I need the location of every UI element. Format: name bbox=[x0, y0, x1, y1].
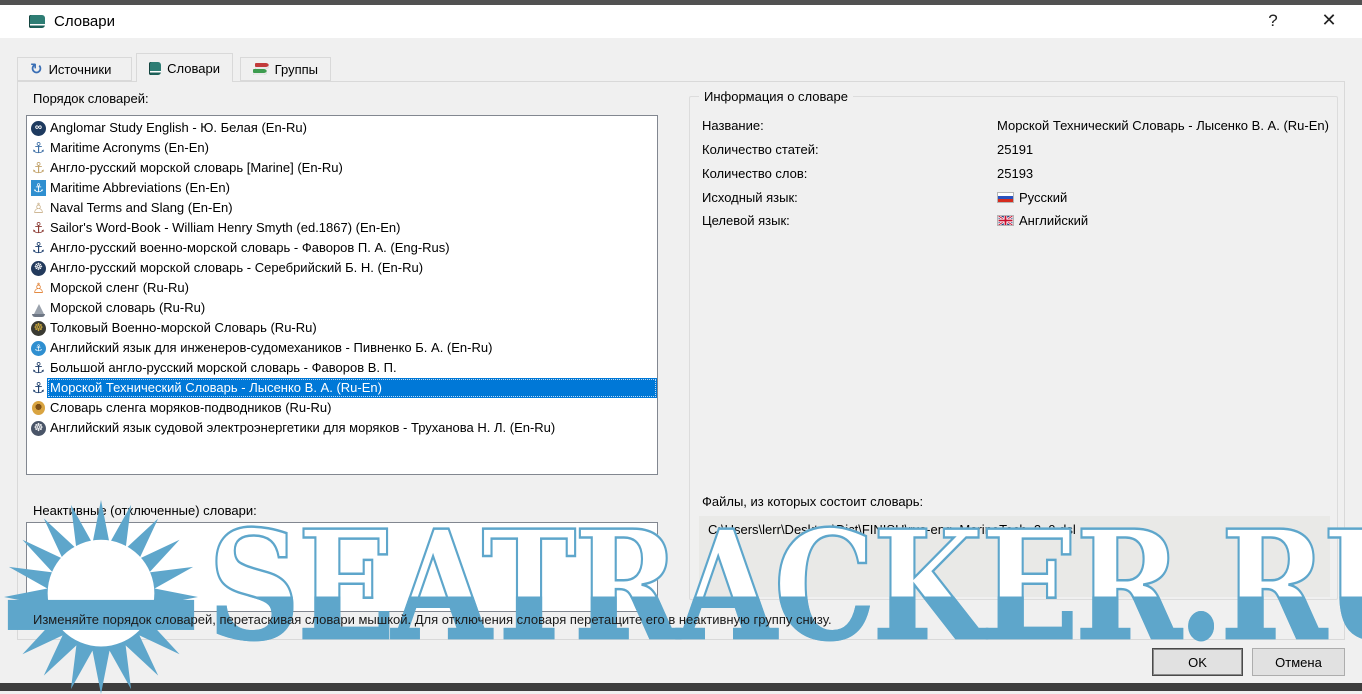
groupbox-title: Информация о словаре bbox=[699, 89, 853, 104]
cancel-button[interactable]: Отмена bbox=[1252, 648, 1345, 676]
dictionary-title: Толковый Военно-морской Словарь (Ru-Ru) bbox=[47, 318, 657, 338]
source-language-label: Исходный язык: bbox=[702, 190, 997, 205]
tab-label: Группы bbox=[275, 62, 318, 77]
dictionary-title: Англо-русский морской словарь - Серебрий… bbox=[47, 258, 657, 278]
dictionary-list-item[interactable]: ⚓Maritime Acronyms (En-En) bbox=[27, 138, 657, 158]
articles-value: 25191 bbox=[997, 142, 1033, 157]
dictionary-title: Англо-русский военно-морской словарь - Ф… bbox=[47, 238, 657, 258]
ship-wheel-gold-icon: ☸ bbox=[31, 321, 46, 336]
anchor-blue-icon: ⚓ bbox=[30, 139, 47, 157]
dictionary-list-item[interactable]: Словарь сленга моряков-подводников (Ru-R… bbox=[27, 398, 657, 418]
window-title: Словари bbox=[54, 13, 115, 30]
dictionaries-dialog: { "window": { "title": "Словари", "help"… bbox=[0, 0, 1362, 691]
anchor-tan-icon: ⚓ bbox=[30, 159, 47, 177]
chain-link-icon: ∞ bbox=[31, 121, 46, 136]
dictionary-list-item[interactable]: ⚓Англо-русский морской словарь [Marine] … bbox=[27, 158, 657, 178]
ship-wheel-slate-icon: ☸ bbox=[31, 421, 46, 436]
dictionary-title: Sailor's Word-Book - William Henry Smyth… bbox=[47, 218, 657, 238]
dictionary-list-item[interactable]: ☸Англо-русский морской словарь - Серебри… bbox=[27, 258, 657, 278]
hint-status-text: Изменяйте порядок словарей, перетаскивая… bbox=[33, 612, 832, 627]
rope-emblem-icon: ☸ bbox=[31, 261, 46, 276]
dictionary-title: Морской сленг (Ru-Ru) bbox=[47, 278, 657, 298]
info-row-target-language: Целевой язык: Английский bbox=[702, 213, 1322, 228]
sailor-figure-icon: ♙ bbox=[30, 199, 47, 217]
info-row-words: Количество слов: 25193 bbox=[702, 166, 1322, 181]
titlebar: Словари bbox=[0, 5, 1362, 38]
dictionary-info-groupbox: Информация о словаре Название: Морской Т… bbox=[689, 96, 1338, 600]
tab-label: Словари bbox=[167, 61, 220, 76]
dictionary-list-item[interactable]: ⚓Англо-русский военно-морской словарь - … bbox=[27, 238, 657, 258]
articles-label: Количество статей: bbox=[702, 142, 997, 157]
dictionary-list-item[interactable]: ⚓Maritime Abbreviations (En-En) bbox=[27, 178, 657, 198]
compass-lamp-icon bbox=[32, 401, 45, 415]
info-row-name: Название: Морской Технический Словарь - … bbox=[702, 118, 1322, 133]
app-book-icon bbox=[29, 15, 45, 28]
dictionary-list-item[interactable]: ♙Морской сленг (Ru-Ru) bbox=[27, 278, 657, 298]
anchor-red-icon: ⚓ bbox=[30, 219, 47, 237]
dictionary-list-item[interactable]: Морской словарь (Ru-Ru) bbox=[27, 298, 657, 318]
dictionary-list[interactable]: ∞Anglomar Study English - Ю. Белая (En-R… bbox=[26, 115, 658, 475]
help-button[interactable]: ? bbox=[1252, 5, 1294, 36]
source-language-value: Русский bbox=[1019, 190, 1067, 205]
dictionary-title: Словарь сленга моряков-подводников (Ru-R… bbox=[47, 398, 657, 418]
dictionary-title: Anglomar Study English - Ю. Белая (En-Ru… bbox=[47, 118, 657, 138]
anchor-navy-icon: ⚓ bbox=[30, 239, 47, 257]
round-emblem-blue-icon: ⚓ bbox=[31, 341, 46, 356]
dictionary-title: Английский язык судовой электроэнергетик… bbox=[47, 418, 657, 438]
refresh-icon: ↻ bbox=[30, 60, 43, 78]
dictionary-title: Англо-русский морской словарь [Marine] (… bbox=[47, 158, 657, 178]
dictionary-list-item[interactable]: ⚓Большой англо-русский морской словарь -… bbox=[27, 358, 657, 378]
words-label: Количество слов: bbox=[702, 166, 997, 181]
background-taskbar-edge bbox=[0, 683, 1362, 691]
dictionary-title: Английский язык для инженеров-судомехани… bbox=[47, 338, 657, 358]
dictionary-title: Naval Terms and Slang (En-En) bbox=[47, 198, 657, 218]
dictionary-list-item[interactable]: ⚓Английский язык для инженеров-судомехан… bbox=[27, 338, 657, 358]
ok-button[interactable]: OK bbox=[1152, 648, 1243, 676]
ship-icon bbox=[30, 299, 47, 317]
info-row-articles: Количество статей: 25191 bbox=[702, 142, 1322, 157]
dictionary-title: Maritime Abbreviations (En-En) bbox=[47, 178, 657, 198]
uk-flag-icon bbox=[997, 215, 1014, 226]
file-path: C:\Users\lerr\Desktop\Dict\FINISH\rus-en… bbox=[708, 522, 1076, 537]
dictionary-title: Морской Технический Словарь - Лысенко В.… bbox=[47, 378, 657, 398]
books-stack-icon bbox=[253, 62, 269, 76]
dictionary-list-item[interactable]: ∞Anglomar Study English - Ю. Белая (En-R… bbox=[27, 118, 657, 138]
target-language-label: Целевой язык: bbox=[702, 213, 997, 228]
anchor-hash-icon: ⚓ bbox=[30, 359, 47, 377]
inactive-dictionary-list[interactable] bbox=[26, 522, 658, 612]
dictionary-list-item[interactable]: ⚓Морской Технический Словарь - Лысенко В… bbox=[27, 378, 657, 398]
file-list[interactable]: C:\Users\lerr\Desktop\Dict\FINISH\rus-en… bbox=[699, 516, 1330, 597]
close-button[interactable]: ✕ bbox=[1308, 5, 1350, 36]
inactive-dictionaries-label: Неактивные (отключенные) словари: bbox=[33, 503, 257, 518]
tab-pane: Порядок словарей: ∞Anglomar Study Englis… bbox=[17, 81, 1345, 640]
book-icon bbox=[149, 62, 161, 75]
name-label: Название: bbox=[702, 118, 997, 133]
tab-label: Источники bbox=[49, 62, 112, 77]
tab-sources[interactable]: ↻ Источники bbox=[17, 57, 132, 81]
ru-flag-icon bbox=[997, 192, 1014, 203]
info-row-source-language: Исходный язык: Русский bbox=[702, 190, 1322, 205]
anchor-flag-icon: ⚓ bbox=[31, 180, 46, 196]
dictionary-title: Большой англо-русский морской словарь - … bbox=[47, 358, 657, 378]
anchor-navy-icon: ⚓ bbox=[30, 379, 47, 397]
dictionary-list-item[interactable]: ⚓Sailor's Word-Book - William Henry Smyt… bbox=[27, 218, 657, 238]
dictionary-order-label: Порядок словарей: bbox=[33, 91, 149, 106]
words-value: 25193 bbox=[997, 166, 1033, 181]
sailor-orange-icon: ♙ bbox=[30, 279, 47, 297]
dictionary-title: Maritime Acronyms (En-En) bbox=[47, 138, 657, 158]
dictionary-title: Морской словарь (Ru-Ru) bbox=[47, 298, 657, 318]
tab-dictionaries[interactable]: Словари bbox=[136, 53, 233, 82]
dictionary-list-item[interactable]: ♙Naval Terms and Slang (En-En) bbox=[27, 198, 657, 218]
name-value: Морской Технический Словарь - Лысенко В.… bbox=[997, 118, 1329, 133]
dictionary-list-item[interactable]: ☸Английский язык судовой электроэнергети… bbox=[27, 418, 657, 438]
dictionary-list-item[interactable]: ☸Толковый Военно-морской Словарь (Ru-Ru) bbox=[27, 318, 657, 338]
target-language-value: Английский bbox=[1019, 213, 1088, 228]
tab-groups[interactable]: Группы bbox=[240, 57, 331, 81]
files-label: Файлы, из которых состоит словарь: bbox=[702, 494, 923, 509]
